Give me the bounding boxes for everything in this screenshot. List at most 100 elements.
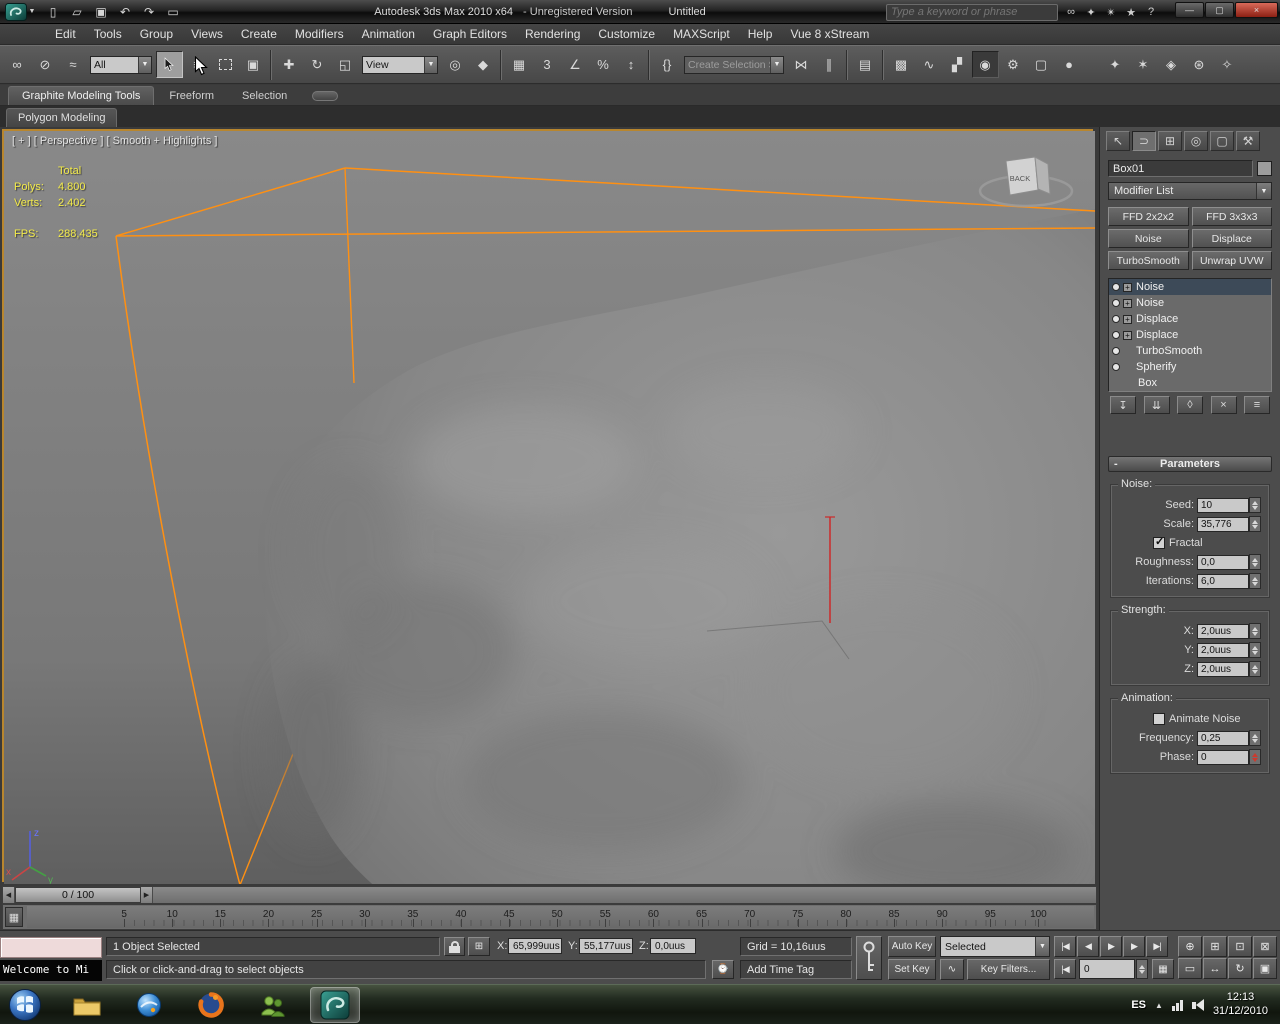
- animate-noise-checkbox[interactable]: [1153, 713, 1165, 725]
- phase-spinner-animated[interactable]: [1249, 749, 1261, 765]
- render-setup-icon[interactable]: ⚙: [1000, 51, 1027, 78]
- save-file-icon[interactable]: ▣: [90, 2, 112, 21]
- add-time-tag-field[interactable]: Add Time Tag: [740, 960, 852, 979]
- frequency-spinner[interactable]: [1249, 730, 1261, 746]
- project-folder-icon[interactable]: ▭: [162, 2, 184, 21]
- expand-subobjects-icon[interactable]: [1123, 314, 1132, 324]
- ribbon-tab-selection[interactable]: Selection: [229, 87, 300, 105]
- render-production-icon[interactable]: ●: [1056, 51, 1083, 78]
- key-filters-button[interactable]: Key Filters...: [967, 959, 1050, 980]
- absolute-mode-toggle-icon[interactable]: ⊞: [468, 937, 490, 956]
- taskbar-clock[interactable]: 12:13 31/12/2010: [1213, 991, 1272, 1019]
- menu-item-tools[interactable]: Tools: [85, 24, 131, 44]
- subscription-center-icon[interactable]: ✦: [1082, 3, 1100, 21]
- modifier-button-ffd-3x3x3[interactable]: FFD 3x3x3: [1191, 207, 1272, 226]
- configure-modifier-sets-icon[interactable]: ≡: [1244, 396, 1270, 414]
- rendered-frame-window-icon[interactable]: ▢: [1028, 51, 1055, 78]
- stack-item-displace[interactable]: Displace: [1109, 327, 1271, 343]
- viewcube-face-label[interactable]: BACK: [1010, 174, 1030, 183]
- modifier-enable-bulb-icon[interactable]: [1112, 331, 1120, 339]
- go-to-start-icon[interactable]: |◀: [1054, 936, 1076, 957]
- key-filter-curve-icon[interactable]: ∿: [940, 959, 964, 980]
- selection-lock-icon[interactable]: [444, 937, 465, 956]
- search-binoculars-icon[interactable]: ∞: [1062, 3, 1080, 21]
- display-tab-icon[interactable]: ▢: [1210, 131, 1234, 151]
- modifier-enable-bulb-icon[interactable]: [1112, 283, 1120, 291]
- explorer-folder-icon[interactable]: [62, 987, 112, 1023]
- keyboard-override-icon[interactable]: ▦: [506, 51, 533, 78]
- perspective-viewport[interactable]: BACK z x y [ + ] [ Perspective ] [ Smoot…: [2, 129, 1095, 884]
- time-tag-icon[interactable]: ⌚: [712, 960, 734, 979]
- previous-key-icon[interactable]: |◀: [1054, 959, 1076, 979]
- zoom-extents-all-icon[interactable]: ⊠: [1253, 936, 1277, 957]
- iterations-spinner[interactable]: [1249, 573, 1261, 589]
- favorites-icon[interactable]: ★: [1122, 3, 1140, 21]
- time-configuration-icon[interactable]: ▦: [1152, 959, 1174, 979]
- menu-item-vue-8-xstream[interactable]: Vue 8 xStream: [781, 24, 878, 44]
- play-icon[interactable]: ▶: [1100, 936, 1122, 957]
- current-frame-field[interactable]: 0: [1079, 959, 1135, 979]
- menu-item-views[interactable]: Views: [182, 24, 232, 44]
- key-mode-dropdown[interactable]: Selected ▼: [940, 936, 1050, 957]
- named-selection-dropdown[interactable]: Create Selection Se▼: [684, 55, 784, 74]
- edit-named-selections-icon[interactable]: {}: [654, 51, 681, 78]
- select-and-link-icon[interactable]: ∞: [4, 51, 31, 78]
- expand-subobjects-icon[interactable]: [1123, 282, 1132, 292]
- menu-item-animation[interactable]: Animation: [353, 24, 424, 44]
- layer-manager-icon[interactable]: ▤: [852, 51, 879, 78]
- modifier-button-turbosmooth[interactable]: TurboSmooth: [1108, 251, 1189, 270]
- menu-item-graph-editors[interactable]: Graph Editors: [424, 24, 516, 44]
- modifier-button-ffd-2x2x2[interactable]: FFD 2x2x2: [1108, 207, 1189, 226]
- stack-item-displace[interactable]: Displace: [1109, 311, 1271, 327]
- menu-item-customize[interactable]: Customize: [589, 24, 664, 44]
- communication-center-icon[interactable]: ✴: [1102, 3, 1120, 21]
- roughness-field[interactable]: 0,0: [1197, 554, 1249, 570]
- vue-plugin-icon-5[interactable]: ✧: [1214, 51, 1241, 78]
- create-tab-icon[interactable]: ↖: [1106, 131, 1130, 151]
- show-hidden-icons-arrow[interactable]: ▲: [1155, 1001, 1163, 1010]
- scale-spinner[interactable]: [1249, 516, 1261, 532]
- curve-editor-icon[interactable]: ∿: [916, 51, 943, 78]
- seed-field[interactable]: 10: [1197, 497, 1249, 513]
- fractal-checkbox[interactable]: [1153, 535, 1165, 549]
- set-keys-key-icon[interactable]: [856, 936, 882, 980]
- reference-coordinate-dropdown[interactable]: View ▼: [362, 55, 438, 74]
- selection-filter-dropdown[interactable]: All ▼: [90, 55, 152, 74]
- ribbon-collapse-button[interactable]: [312, 91, 339, 101]
- zoom-region-icon[interactable]: ▭: [1178, 958, 1202, 979]
- select-and-manipulate-icon[interactable]: ◆: [470, 51, 497, 78]
- strength-x-spinner[interactable]: [1249, 623, 1261, 639]
- stack-item-noise[interactable]: Noise: [1109, 295, 1271, 311]
- ribbon-tab-graphite-modeling-tools[interactable]: Graphite Modeling Tools: [8, 86, 155, 105]
- hierarchy-tab-icon[interactable]: ⊞: [1158, 131, 1182, 151]
- frequency-field[interactable]: 0,25: [1197, 730, 1249, 746]
- infocenter-search-input[interactable]: [886, 3, 1058, 21]
- utilities-tab-icon[interactable]: ⚒: [1236, 131, 1260, 151]
- close-button[interactable]: ×: [1235, 2, 1278, 18]
- modifier-enable-bulb-icon[interactable]: [1112, 363, 1120, 371]
- object-name-field[interactable]: Box01: [1108, 160, 1253, 177]
- spinner-snap-icon[interactable]: ↕: [618, 51, 645, 78]
- menu-item-create[interactable]: Create: [232, 24, 286, 44]
- ribbon-tab-freeform[interactable]: Freeform: [156, 87, 227, 105]
- x-coordinate-field[interactable]: 65,999uus: [508, 938, 562, 954]
- set-key-button[interactable]: Set Key: [888, 959, 936, 980]
- roughness-spinner[interactable]: [1249, 554, 1261, 570]
- next-frame-icon[interactable]: ▶: [1123, 936, 1145, 957]
- user-accounts-icon[interactable]: [248, 987, 298, 1023]
- selection-region-icon[interactable]: [212, 51, 239, 78]
- go-to-end-icon[interactable]: ▶|: [1146, 936, 1168, 957]
- scale-field[interactable]: 35,776: [1197, 516, 1249, 532]
- modifier-enable-bulb-icon[interactable]: [1112, 347, 1120, 355]
- maximize-viewport-icon[interactable]: ▣: [1253, 958, 1277, 979]
- z-coordinate-field[interactable]: 0,0uus: [650, 938, 696, 954]
- undo-icon[interactable]: ↶: [114, 2, 136, 21]
- modifier-enable-bulb-icon[interactable]: [1112, 315, 1120, 323]
- strength-z-field[interactable]: 2,0uus: [1197, 661, 1249, 677]
- menu-item-maxscript[interactable]: MAXScript: [664, 24, 739, 44]
- strength-x-field[interactable]: 2,0uus: [1197, 623, 1249, 639]
- frame-spinner[interactable]: [1136, 959, 1148, 979]
- zoom-all-icon[interactable]: ⊞: [1203, 936, 1227, 957]
- vue-plugin-icon-3[interactable]: ◈: [1158, 51, 1185, 78]
- select-and-rotate-icon[interactable]: ↻: [304, 51, 331, 78]
